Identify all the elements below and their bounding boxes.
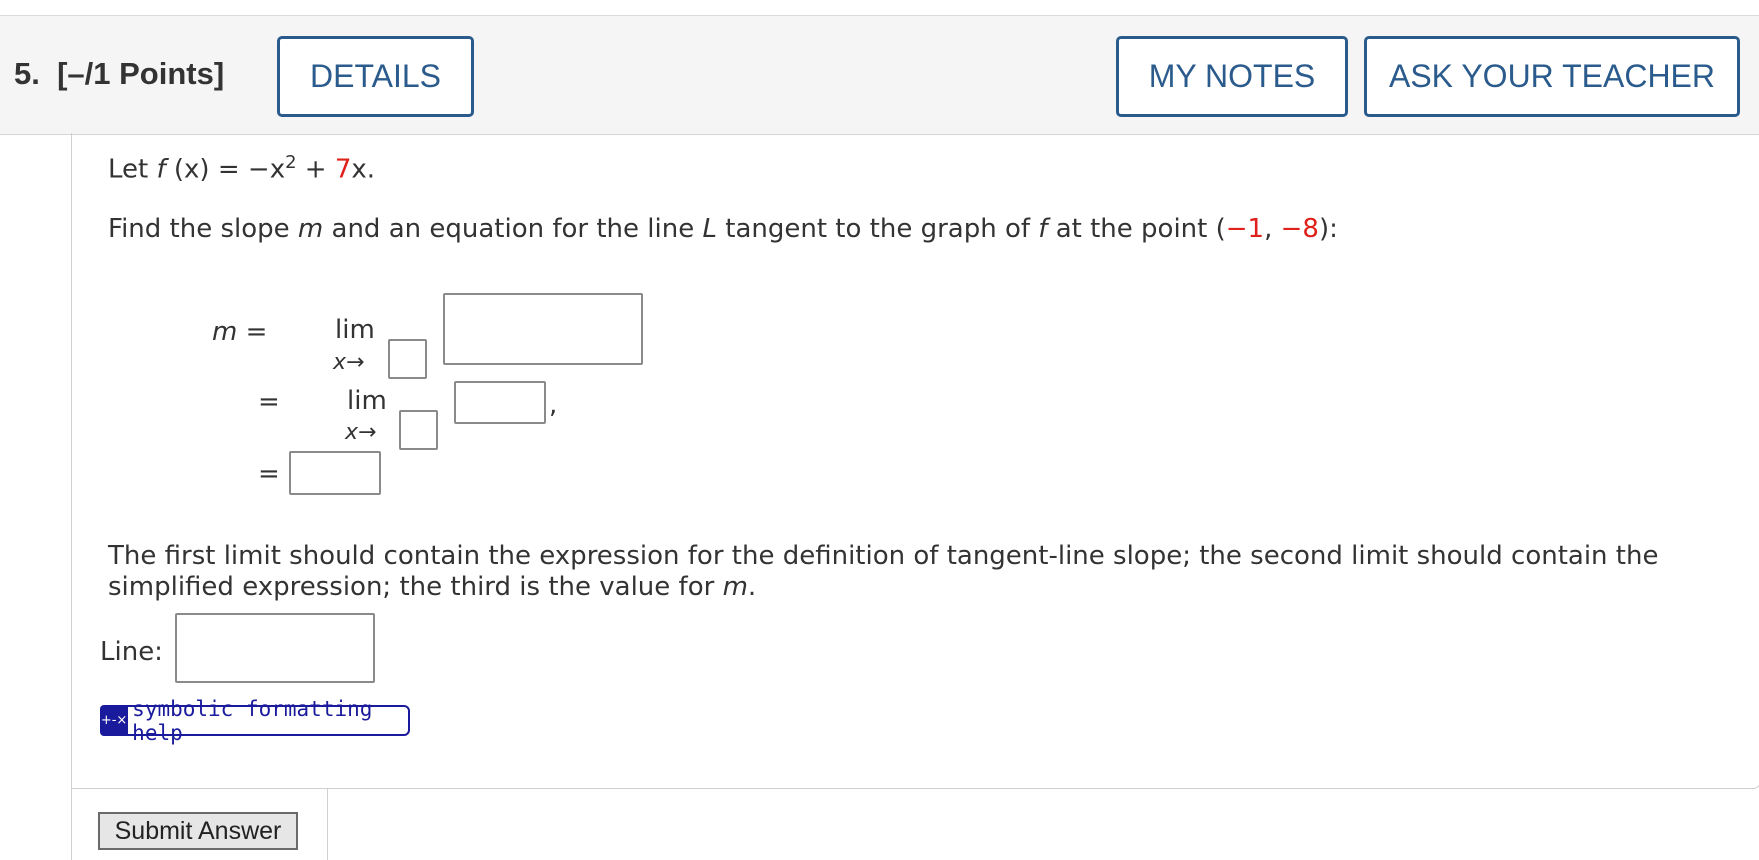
problem-prompt: Find the slope m and an equation for the… bbox=[108, 214, 1338, 244]
question-header: 5. [–/1 Points] DETAILS MY NOTES ASK YOU… bbox=[0, 15, 1759, 135]
limit-2-approach-input[interactable] bbox=[399, 410, 438, 450]
question-number-label: 5. bbox=[14, 56, 40, 91]
equals-row2: = bbox=[258, 387, 280, 417]
function-definition: Let f (x) = −x2 + 7x. bbox=[108, 152, 376, 185]
points-label: [–/1 Points] bbox=[57, 56, 225, 91]
equals-row3: = bbox=[258, 459, 280, 489]
symbolic-formatting-help-link[interactable]: +-× symbolic formatting help bbox=[100, 697, 410, 745]
plus-minus-icon: +-× bbox=[100, 705, 129, 736]
limit-1-arrow: x→ bbox=[333, 350, 365, 375]
help-label: symbolic formatting help bbox=[132, 696, 373, 745]
limit-2-arrow: x→ bbox=[345, 420, 377, 445]
details-button[interactable]: DETAILS bbox=[277, 36, 474, 117]
m-equals-label: m = bbox=[212, 317, 268, 347]
line-label: Line: bbox=[100, 637, 163, 667]
limit-2-label: lim bbox=[347, 386, 387, 416]
limit-2-expression-input[interactable] bbox=[454, 381, 546, 424]
line-equation-input[interactable] bbox=[175, 613, 375, 683]
submit-answer-button[interactable]: Submit Answer bbox=[98, 812, 298, 850]
limit-1-label: lim bbox=[335, 315, 375, 345]
instructions-line-2: simplified expression; the third is the … bbox=[108, 572, 757, 602]
trailing-comma: , bbox=[549, 390, 558, 420]
limit-1-approach-input[interactable] bbox=[388, 339, 427, 379]
ask-your-teacher-button[interactable]: ASK YOUR TEACHER bbox=[1364, 36, 1740, 117]
panel-divider-footer bbox=[327, 789, 328, 860]
instructions-line-1: The first limit should contain the expre… bbox=[108, 541, 1659, 571]
panel-divider-left bbox=[71, 789, 72, 860]
question-number: 5. [–/1 Points] bbox=[14, 56, 224, 92]
slope-value-input[interactable] bbox=[289, 451, 381, 495]
my-notes-button[interactable]: MY NOTES bbox=[1116, 36, 1348, 117]
limit-1-expression-input[interactable] bbox=[443, 293, 643, 365]
